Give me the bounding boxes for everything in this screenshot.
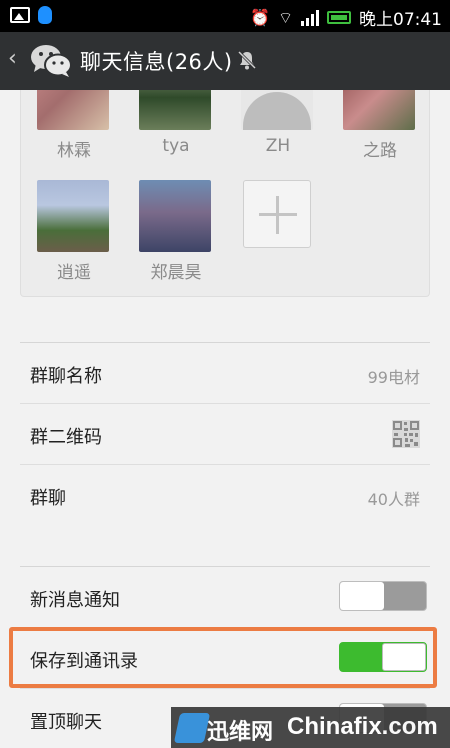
avatar [343, 90, 415, 130]
member-name: 林霖 [57, 141, 91, 161]
watermark: 迅维网 Chinafix.com [171, 707, 450, 748]
toggle-knob [340, 582, 384, 610]
group-name-row[interactable]: 群聊名称 99电材 [20, 343, 430, 404]
status-bar: ⏰ ⌔ 晚上07:41 [0, 0, 450, 32]
row-label: 群二维码 [30, 427, 102, 448]
member-name: ZH [265, 136, 291, 156]
highlight-box [9, 627, 437, 688]
title-bar: ‹ 聊天信息(26人) [0, 32, 450, 90]
new-message-notification-row[interactable]: 新消息通知 [20, 567, 430, 628]
member-item[interactable]: 逍遥 [37, 180, 111, 283]
wifi-icon: ⌔ [277, 7, 293, 27]
qr-code-icon [392, 420, 420, 448]
row-value: 40人群 [367, 490, 420, 509]
signal-icon [301, 9, 319, 26]
wechat-icon[interactable] [30, 44, 72, 78]
avatar [37, 180, 109, 252]
row-label: 新消息通知 [30, 590, 120, 611]
member-name: 之路 [363, 141, 397, 161]
page-title: 聊天信息(26人) [80, 50, 233, 74]
avatar [37, 90, 109, 130]
row-label: 置顶聊天 [30, 712, 102, 733]
avatar [139, 180, 211, 252]
alarm-icon: ⏰ [250, 8, 270, 27]
qq-icon [38, 6, 52, 24]
battery-icon [327, 11, 351, 24]
members-grid: 林霖 tya ZH 之路 逍遥 郑晨昊 [20, 90, 430, 297]
member-item[interactable]: tya [139, 90, 213, 156]
chevron-left-icon[interactable]: ‹ [8, 46, 17, 71]
row-label: 群聊 [30, 488, 66, 509]
row-value: 99电材 [367, 368, 420, 387]
member-name: 逍遥 [57, 263, 91, 283]
new-message-notification-toggle[interactable] [339, 581, 427, 611]
member-item[interactable]: 郑晨昊 [139, 180, 213, 283]
add-member-button[interactable] [243, 180, 311, 248]
group-qrcode-row[interactable]: 群二维码 [20, 404, 430, 465]
image-icon [10, 7, 30, 23]
bell-off-icon [237, 50, 257, 70]
member-item[interactable]: 林霖 [37, 90, 111, 161]
watermark-logo-icon [173, 713, 211, 743]
watermark-brand-en: Chinafix.com [287, 713, 438, 740]
member-name: 郑晨昊 [150, 263, 202, 283]
status-time: 晚上07:41 [359, 10, 442, 30]
avatar [139, 90, 211, 130]
member-item[interactable]: ZH [241, 90, 315, 156]
row-label: 群聊名称 [30, 366, 102, 387]
member-name: tya [162, 136, 190, 156]
chat-info-content[interactable]: 林霖 tya ZH 之路 逍遥 郑晨昊 群聊名称 99电材 群二维码 群聊 40… [0, 90, 450, 748]
group-size-row[interactable]: 群聊 40人群 [20, 465, 430, 526]
group-info-section: 群聊名称 99电材 群二维码 群聊 40人群 [20, 342, 430, 526]
member-item[interactable]: 之路 [343, 90, 417, 161]
avatar [241, 90, 313, 130]
watermark-brand-cn: 迅维网 [207, 720, 274, 745]
